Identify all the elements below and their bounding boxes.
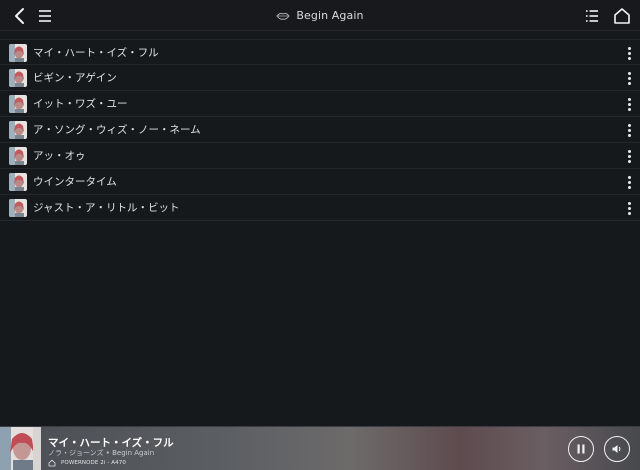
house-icon: [48, 459, 56, 467]
track-row-4[interactable]: ア・ソング・ウィズ・ノー・ネーム: [0, 117, 640, 143]
top-bar: Begin Again: [0, 0, 640, 31]
track-title: アッ・オゥ: [33, 150, 86, 162]
pause-button[interactable]: [568, 436, 594, 462]
album-art-thumbnail: [9, 147, 27, 165]
page-title: Begin Again: [296, 9, 364, 22]
track-title: ウインタータイム: [33, 176, 117, 188]
track-row-7[interactable]: ジャスト・ア・リトル・ビット: [0, 195, 640, 221]
home-button[interactable]: [611, 5, 633, 27]
album-art-thumbnail: [9, 121, 27, 139]
more-vertical-icon: [627, 175, 631, 179]
track-row-3[interactable]: イット・ワズ・ユー: [0, 91, 640, 117]
track-row-2[interactable]: ビギン・アゲイン: [0, 65, 640, 91]
more-options-button[interactable]: [624, 68, 634, 88]
menu-button[interactable]: [34, 5, 56, 27]
track-list: マイ・ハート・イズ・フル ビギン・アゲイン イット・ワズ・ユー ア・ソング・ウィ…: [0, 39, 640, 221]
album-art-thumbnail: [9, 69, 27, 87]
more-options-button[interactable]: [624, 146, 634, 166]
output-device-name: POWERNODE 2i - A470: [61, 460, 126, 466]
more-vertical-icon: [627, 149, 631, 153]
album-art-thumbnail: [9, 199, 27, 217]
track-row-5[interactable]: アッ・オゥ: [0, 143, 640, 169]
now-playing-bar[interactable]: マイ・ハート・イズ・フル ノラ・ジョーンズ • Begin Again POWE…: [0, 426, 640, 470]
track-row-1[interactable]: マイ・ハート・イズ・フル: [0, 39, 640, 65]
more-vertical-icon: [627, 97, 631, 101]
queue-button[interactable]: [581, 5, 603, 27]
album-art-thumbnail: [9, 95, 27, 113]
more-options-button[interactable]: [624, 120, 634, 140]
more-options-button[interactable]: [624, 172, 634, 192]
chevron-left-icon: [15, 8, 24, 24]
speaker-icon: [612, 445, 621, 453]
output-device[interactable]: POWERNODE 2i - A470: [48, 458, 126, 468]
track-title: ア・ソング・ウィズ・ノー・ネーム: [33, 124, 201, 136]
more-vertical-icon: [627, 123, 631, 127]
now-playing-album-art: [0, 427, 41, 470]
home-icon: [614, 8, 630, 24]
album-art-thumbnail: [9, 44, 27, 62]
volume-button[interactable]: [604, 436, 630, 462]
more-vertical-icon: [627, 201, 631, 205]
track-title: マイ・ハート・イズ・フル: [33, 47, 159, 59]
back-button[interactable]: [9, 5, 31, 27]
more-vertical-icon: [627, 71, 631, 75]
pause-icon: [577, 444, 585, 454]
now-playing-artist-album: ノラ・ジョーンズ • Begin Again: [48, 449, 155, 457]
album-art-thumbnail: [9, 173, 27, 191]
track-title: ジャスト・ア・リトル・ビット: [33, 202, 180, 214]
track-title: ビギン・アゲイン: [33, 72, 117, 84]
page-title-group: Begin Again: [0, 0, 640, 31]
more-options-button[interactable]: [624, 198, 634, 218]
list-icon: [586, 10, 598, 22]
more-options-button[interactable]: [624, 94, 634, 114]
track-row-6[interactable]: ウインタータイム: [0, 169, 640, 195]
hamburger-menu-icon: [39, 10, 51, 22]
album-lips-icon: [276, 12, 291, 20]
track-title: イット・ワズ・ユー: [33, 98, 128, 110]
more-vertical-icon: [627, 46, 631, 50]
more-options-button[interactable]: [624, 43, 634, 63]
